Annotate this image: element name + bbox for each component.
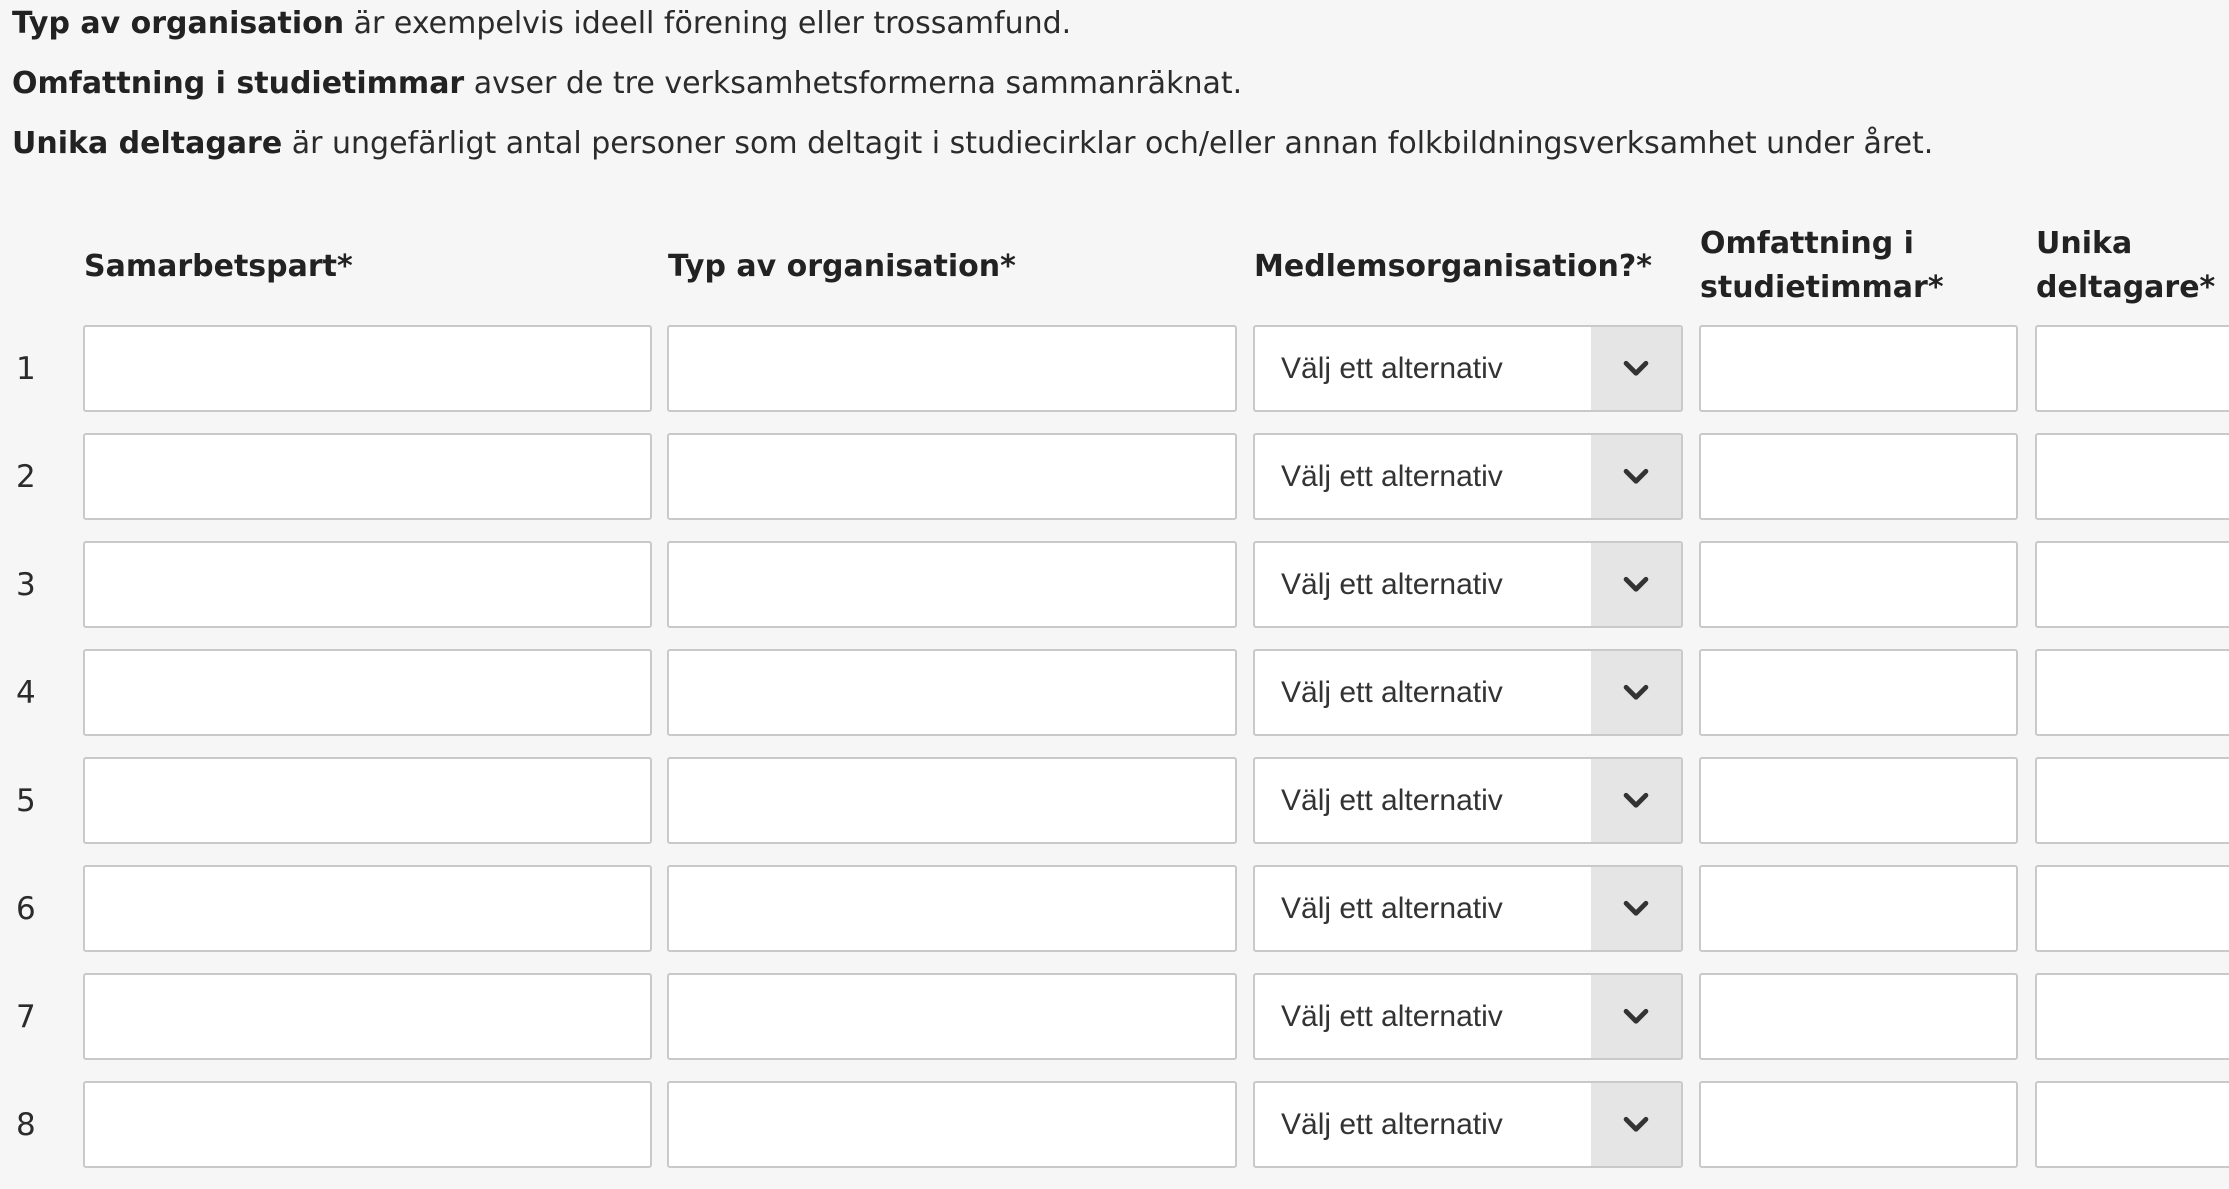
org-type-input[interactable] [667,1081,1237,1168]
member-org-select[interactable]: Välj ett alternativ [1253,541,1683,628]
hours-input[interactable] [1699,325,2018,412]
column-header-member: Medlemsorganisation?* [1254,249,1652,284]
member-org-select[interactable]: Välj ett alternativ [1253,433,1683,520]
partner-input[interactable] [83,325,652,412]
org-type-input[interactable] [667,973,1237,1060]
hours-input[interactable] [1699,541,2018,628]
partner-input[interactable] [83,433,652,520]
org-type-input[interactable] [667,757,1237,844]
hours-input[interactable] [1699,865,2018,952]
unique-participants-input[interactable] [2035,541,2229,628]
column-header-hours-line2: studietimmar* [1700,270,1944,305]
chevron-down-icon[interactable] [1591,651,1681,734]
intro-text: är exempelvis ideell förening eller tros… [344,6,1072,41]
intro-line-unique: Unika deltagare är ungefärligt antal per… [12,124,1933,164]
member-org-select-value: Välj ett alternativ [1281,676,1503,709]
member-org-select[interactable]: Välj ett alternativ [1253,649,1683,736]
hours-input[interactable] [1699,1081,2018,1168]
column-header-org-type: Typ av organisation* [668,249,1016,284]
unique-participants-input[interactable] [2035,433,2229,520]
row-number: 4 [16,675,36,711]
org-type-input[interactable] [667,649,1237,736]
partner-input[interactable] [83,973,652,1060]
hours-input[interactable] [1699,649,2018,736]
column-header-unique-line2: deltagare* [2036,270,2216,305]
member-org-select-value: Välj ett alternativ [1281,568,1503,601]
row-number: 1 [16,351,36,387]
chevron-down-icon[interactable] [1591,759,1681,842]
intro-text: avser de tre verksamhetsformerna sammanr… [464,66,1243,101]
hours-input[interactable] [1699,433,2018,520]
member-org-select-value: Välj ett alternativ [1281,460,1503,493]
member-org-select-value: Välj ett alternativ [1281,352,1503,385]
member-org-select[interactable]: Välj ett alternativ [1253,865,1683,952]
partner-input[interactable] [83,649,652,736]
intro-line-org-type: Typ av organisation är exempelvis ideell… [12,4,1071,44]
member-org-select-value: Välj ett alternativ [1281,1108,1503,1141]
chevron-down-icon[interactable] [1591,975,1681,1058]
hours-input[interactable] [1699,757,2018,844]
column-header-hours: Omfattning i studietimmar* [1700,222,1944,310]
intro-line-hours: Omfattning i studietimmar avser de tre v… [12,64,1242,104]
row-number: 3 [16,567,36,603]
org-type-input[interactable] [667,865,1237,952]
chevron-down-icon[interactable] [1591,327,1681,410]
unique-participants-input[interactable] [2035,649,2229,736]
member-org-select-value: Välj ett alternativ [1281,1000,1503,1033]
intro-term: Typ av organisation [12,6,345,41]
partner-input[interactable] [83,1081,652,1168]
unique-participants-input[interactable] [2035,757,2229,844]
member-org-select[interactable]: Välj ett alternativ [1253,325,1683,412]
org-type-input[interactable] [667,433,1237,520]
row-number: 8 [16,1107,36,1143]
column-header-hours-line1: Omfattning i [1700,226,1914,261]
member-org-select[interactable]: Välj ett alternativ [1253,973,1683,1060]
member-org-select-value: Välj ett alternativ [1281,784,1503,817]
partner-input[interactable] [83,865,652,952]
unique-participants-input[interactable] [2035,973,2229,1060]
org-type-input[interactable] [667,325,1237,412]
column-header-partner: Samarbetspart* [84,249,353,284]
intro-term: Unika deltagare [12,126,283,161]
row-number: 5 [16,783,36,819]
intro-text: är ungefärligt antal personer som deltag… [282,126,1934,161]
column-header-unique-line1: Unika [2036,226,2133,261]
row-number: 2 [16,459,36,495]
org-type-input[interactable] [667,541,1237,628]
unique-participants-input[interactable] [2035,1081,2229,1168]
partner-input[interactable] [83,541,652,628]
row-number: 7 [16,999,36,1035]
intro-term: Omfattning i studietimmar [12,66,465,101]
chevron-down-icon[interactable] [1591,435,1681,518]
column-header-unique: Unika deltagare* [2036,222,2215,310]
hours-input[interactable] [1699,973,2018,1060]
unique-participants-input[interactable] [2035,325,2229,412]
member-org-select[interactable]: Välj ett alternativ [1253,757,1683,844]
partner-input[interactable] [83,757,652,844]
row-number: 6 [16,891,36,927]
member-org-select[interactable]: Välj ett alternativ [1253,1081,1683,1168]
member-org-select-value: Välj ett alternativ [1281,892,1503,925]
chevron-down-icon[interactable] [1591,543,1681,626]
unique-participants-input[interactable] [2035,865,2229,952]
chevron-down-icon[interactable] [1591,867,1681,950]
chevron-down-icon[interactable] [1591,1083,1681,1166]
